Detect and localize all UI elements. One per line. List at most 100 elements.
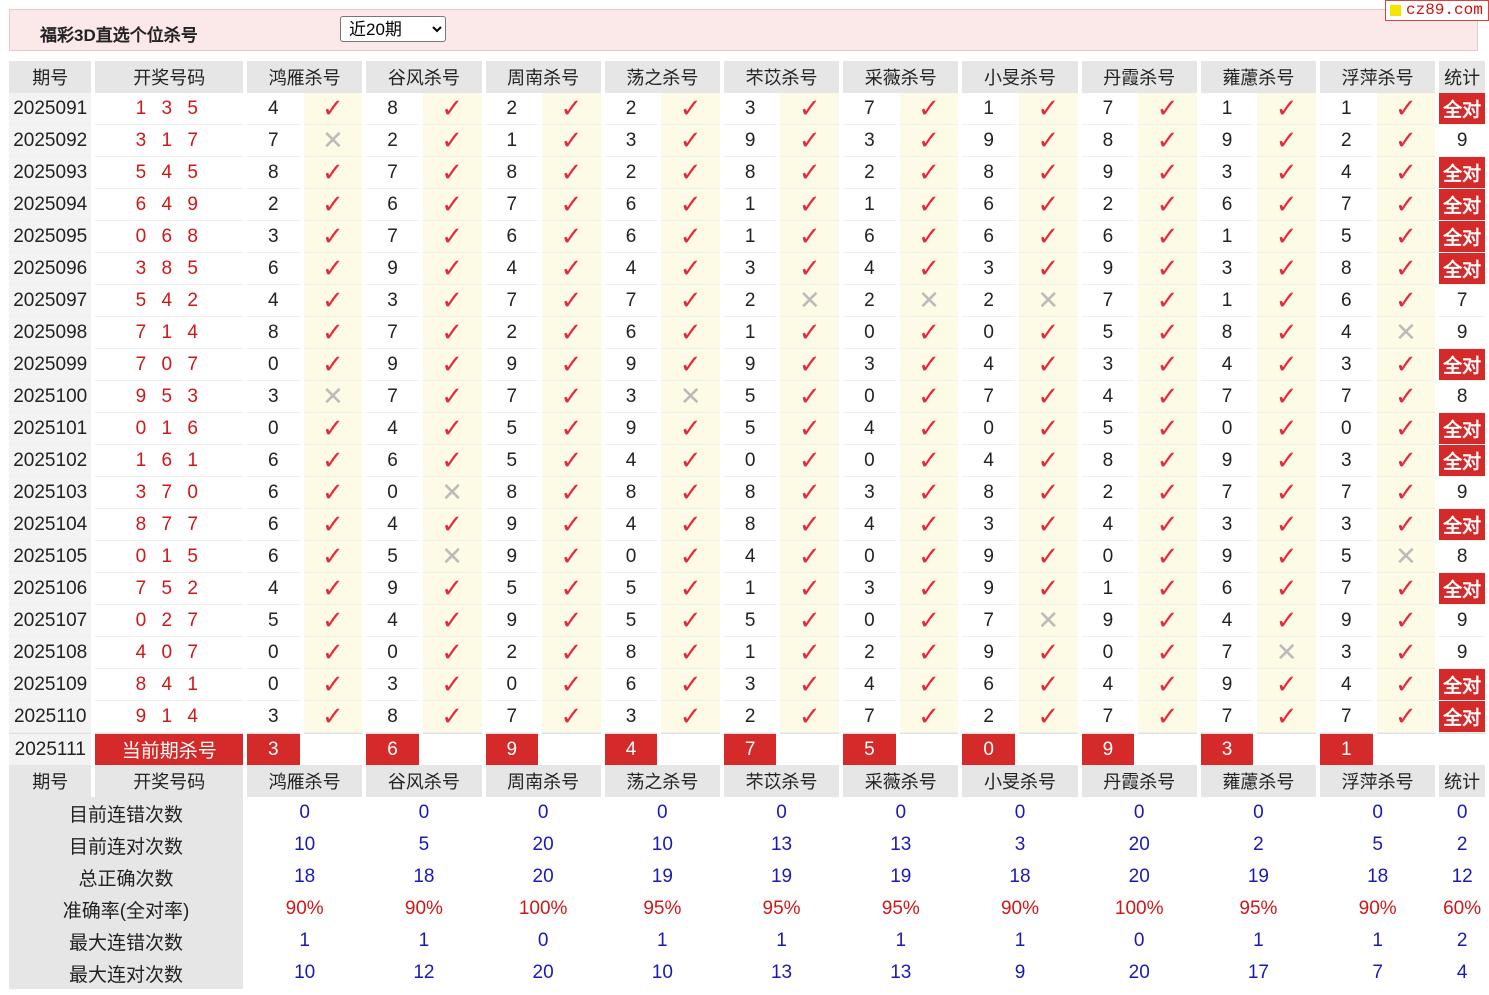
current-kill-pad	[1018, 733, 1078, 765]
summary-value: 20	[532, 834, 554, 855]
check-icon: ✓	[679, 220, 702, 251]
result-mark-cell: ✓	[1018, 701, 1078, 733]
result-mark-cell: ✓	[1138, 573, 1197, 605]
summary-value: 17	[1247, 962, 1269, 983]
result-mark-cell: ✓	[422, 573, 482, 605]
all-correct-badge: 全对	[1439, 445, 1485, 477]
kill-number-cell: 4	[247, 93, 300, 125]
kill-number-cell: 0	[247, 349, 300, 381]
summary-value: 2	[1253, 834, 1264, 855]
summary-label: 准确率(全对率)	[9, 893, 244, 925]
col-expert-2: 周南杀号	[485, 765, 601, 797]
check-icon: ✓	[560, 604, 583, 635]
check-icon: ✓	[322, 476, 344, 507]
draw-number-cell: 8 4 1	[95, 669, 244, 701]
check-icon: ✓	[1275, 700, 1298, 731]
stat-cell: 9	[1439, 605, 1485, 637]
period-cell: 2025107	[9, 605, 92, 637]
draw-number-cell: 3 1 7	[95, 125, 244, 157]
stat-cell: 9	[1439, 477, 1485, 509]
result-mark-cell: ✓	[661, 221, 720, 253]
check-icon: ✓	[560, 156, 583, 187]
kill-number-cell: 8	[366, 701, 419, 733]
result-mark-cell: ✓	[422, 445, 482, 477]
kill-number-cell: 8	[1200, 317, 1254, 349]
current-kill-pad	[422, 733, 482, 765]
check-icon: ✓	[441, 412, 464, 443]
check-icon: ✓	[1395, 700, 1417, 731]
result-mark-cell: ✓	[542, 605, 601, 637]
result-mark-cell: ✓	[1376, 509, 1436, 541]
result-mark-cell: ✓	[1018, 541, 1078, 573]
result-mark-cell: ✓	[303, 637, 363, 669]
col-expert-7: 丹霞杀号	[1081, 765, 1197, 797]
brand-badge[interactable]: cz89.com	[1385, 0, 1489, 21]
check-icon: ✓	[1275, 412, 1298, 443]
kill-number-cell: 5	[723, 381, 777, 413]
kill-number-cell: 7	[843, 701, 896, 733]
current-kill-number: 3	[1200, 733, 1254, 765]
summary-value: 13	[770, 834, 793, 855]
check-icon: ✓	[1156, 124, 1179, 155]
draw-number-cell: 8 7 7	[95, 509, 244, 541]
all-correct-badge: 全对	[1439, 157, 1485, 189]
draw-number-cell: 1 3 5	[95, 93, 244, 125]
result-mark-cell: ✓	[1138, 93, 1197, 125]
summary-label: 最大连错次数	[9, 925, 244, 957]
result-mark-cell: ✓	[1376, 381, 1436, 413]
check-icon: ✓	[918, 700, 940, 731]
check-icon: ✓	[441, 220, 464, 251]
check-icon: ✓	[1156, 316, 1179, 347]
result-mark-cell: ✓	[1138, 701, 1197, 733]
kill-number-cell: 6	[1081, 221, 1135, 253]
result-mark-cell: ✓	[1376, 413, 1436, 445]
result-mark-cell: ✓	[542, 253, 601, 285]
summary-stat-value: 2	[1456, 930, 1468, 951]
result-mark-cell: ✓	[1018, 445, 1078, 477]
col-expert-3: 荡之杀号	[604, 61, 720, 93]
cross-icon: ✕	[918, 284, 940, 315]
draw-number-cell: 7 0 7	[95, 349, 244, 381]
result-mark-cell: ✓	[1018, 189, 1078, 221]
kill-number-cell: 3	[1200, 253, 1254, 285]
check-icon: ✓	[1156, 508, 1179, 539]
result-mark-cell: ✓	[542, 221, 601, 253]
draw-number-cell: 9 1 4	[95, 701, 244, 733]
kill-number-cell: 3	[366, 285, 419, 317]
col-expert-4: 芣苡杀号	[723, 61, 840, 93]
summary-value: 95%	[1239, 898, 1278, 919]
check-icon: ✓	[1037, 316, 1060, 347]
check-icon: ✓	[679, 508, 702, 539]
kill-number-cell: 9	[1200, 541, 1254, 573]
period-range-select[interactable]: 近20期	[340, 16, 446, 42]
kill-number-cell: 3	[247, 381, 300, 413]
check-icon: ✓	[1037, 412, 1060, 443]
check-icon: ✓	[798, 604, 821, 635]
result-mark-cell: ✓	[422, 701, 482, 733]
current-stat-cell	[1439, 733, 1485, 765]
result-mark-cell: ✓	[1257, 125, 1317, 157]
kill-number-cell: 7	[1320, 701, 1373, 733]
result-mark-cell: ✓	[303, 189, 363, 221]
result-mark-cell: ✓	[1257, 700, 1317, 733]
check-icon: ✓	[1275, 572, 1298, 603]
result-mark-cell: ✓	[303, 509, 363, 541]
kill-number-cell: 2	[604, 157, 658, 189]
kill-number-cell: 2	[1081, 189, 1135, 221]
period-cell: 2025091	[9, 93, 92, 125]
summary-value: 10	[651, 834, 673, 855]
check-icon: ✓	[1395, 348, 1417, 379]
all-correct-badge: 全对	[1439, 669, 1485, 701]
kill-number-cell: 9	[723, 349, 777, 381]
check-icon: ✓	[679, 636, 702, 667]
result-mark-cell: ✓	[303, 317, 363, 349]
result-mark-cell: ✓	[1376, 285, 1436, 317]
result-mark-cell: ✓	[542, 509, 601, 541]
result-mark-cell: ✓	[1257, 477, 1317, 509]
check-icon: ✓	[918, 188, 940, 219]
kill-number-cell: 7	[366, 381, 419, 413]
check-icon: ✓	[798, 252, 821, 283]
result-mark-cell: ✓	[1018, 637, 1078, 669]
check-icon: ✓	[679, 124, 702, 155]
kill-number-cell: 1	[723, 637, 777, 669]
